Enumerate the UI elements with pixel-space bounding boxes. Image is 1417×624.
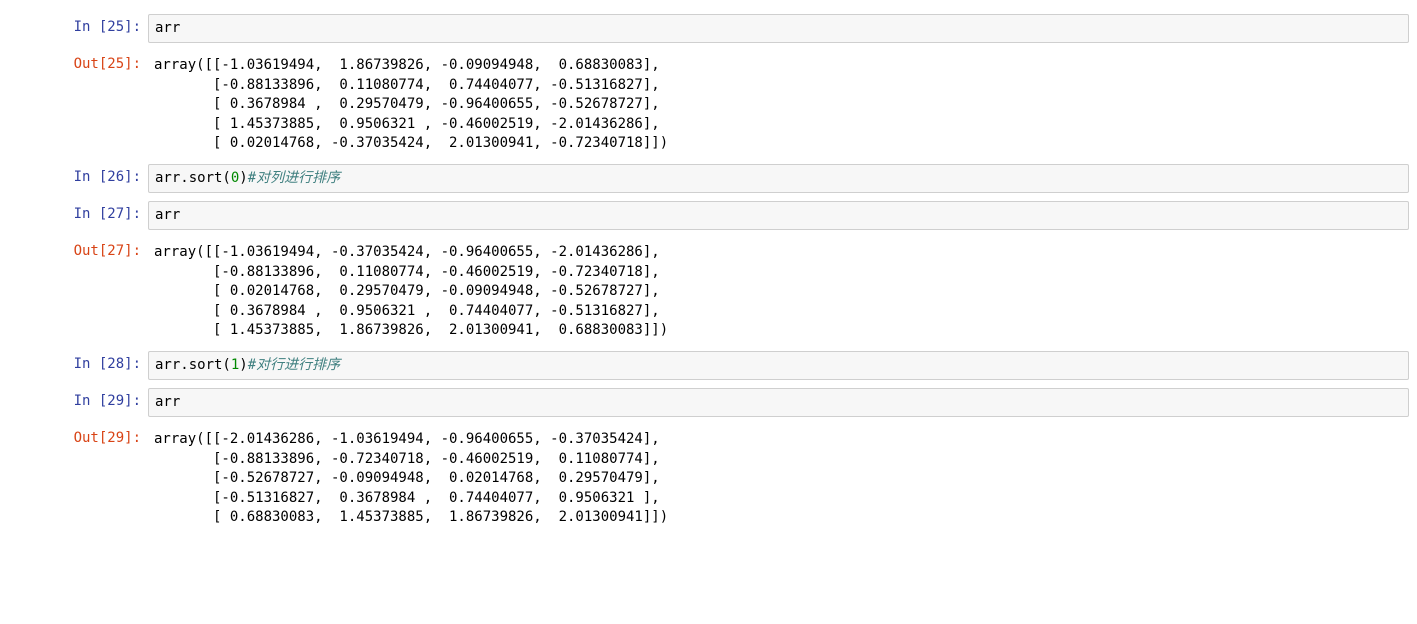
output-25[interactable]: array([[-1.03619494, 1.86739826, -0.0909…: [148, 51, 1409, 156]
out-prompt-27: Out[27]:: [0, 238, 148, 262]
in-prompt-27: In [27]:: [0, 201, 148, 225]
code-comment: #对行进行排序: [248, 357, 340, 373]
code-token: arr: [155, 20, 180, 36]
cell-29-input: In [29]: arr: [0, 386, 1417, 419]
out-prompt-25: Out[25]:: [0, 51, 148, 75]
code-input-27[interactable]: arr: [148, 201, 1409, 230]
cell-25-input: In [25]: arr: [0, 12, 1417, 45]
output-27[interactable]: array([[-1.03619494, -0.37035424, -0.964…: [148, 238, 1409, 343]
code-token: arr.sort(: [155, 170, 231, 186]
code-input-26[interactable]: arr.sort(0)#对列进行排序: [148, 164, 1409, 193]
cell-27-input: In [27]: arr: [0, 199, 1417, 232]
cell-26-input: In [26]: arr.sort(0)#对列进行排序: [0, 162, 1417, 195]
code-comment: #对列进行排序: [248, 170, 340, 186]
notebook: In [25]: arr Out[25]: array([[-1.0361949…: [0, 0, 1417, 544]
code-token: arr: [155, 207, 180, 223]
code-token: ): [239, 357, 247, 373]
out-prompt-29: Out[29]:: [0, 425, 148, 449]
code-input-25[interactable]: arr: [148, 14, 1409, 43]
output-29[interactable]: array([[-2.01436286, -1.03619494, -0.964…: [148, 425, 1409, 530]
code-token: arr: [155, 394, 180, 410]
cell-27-output: Out[27]: array([[-1.03619494, -0.3703542…: [0, 236, 1417, 345]
in-prompt-26: In [26]:: [0, 164, 148, 188]
code-token: ): [239, 170, 247, 186]
in-prompt-28: In [28]:: [0, 351, 148, 375]
cell-25-output: Out[25]: array([[-1.03619494, 1.86739826…: [0, 49, 1417, 158]
code-token: arr.sort(: [155, 357, 231, 373]
code-input-28[interactable]: arr.sort(1)#对行进行排序: [148, 351, 1409, 380]
cell-29-output: Out[29]: array([[-2.01436286, -1.0361949…: [0, 423, 1417, 532]
code-input-29[interactable]: arr: [148, 388, 1409, 417]
in-prompt-25: In [25]:: [0, 14, 148, 38]
in-prompt-29: In [29]:: [0, 388, 148, 412]
cell-28-input: In [28]: arr.sort(1)#对行进行排序: [0, 349, 1417, 382]
